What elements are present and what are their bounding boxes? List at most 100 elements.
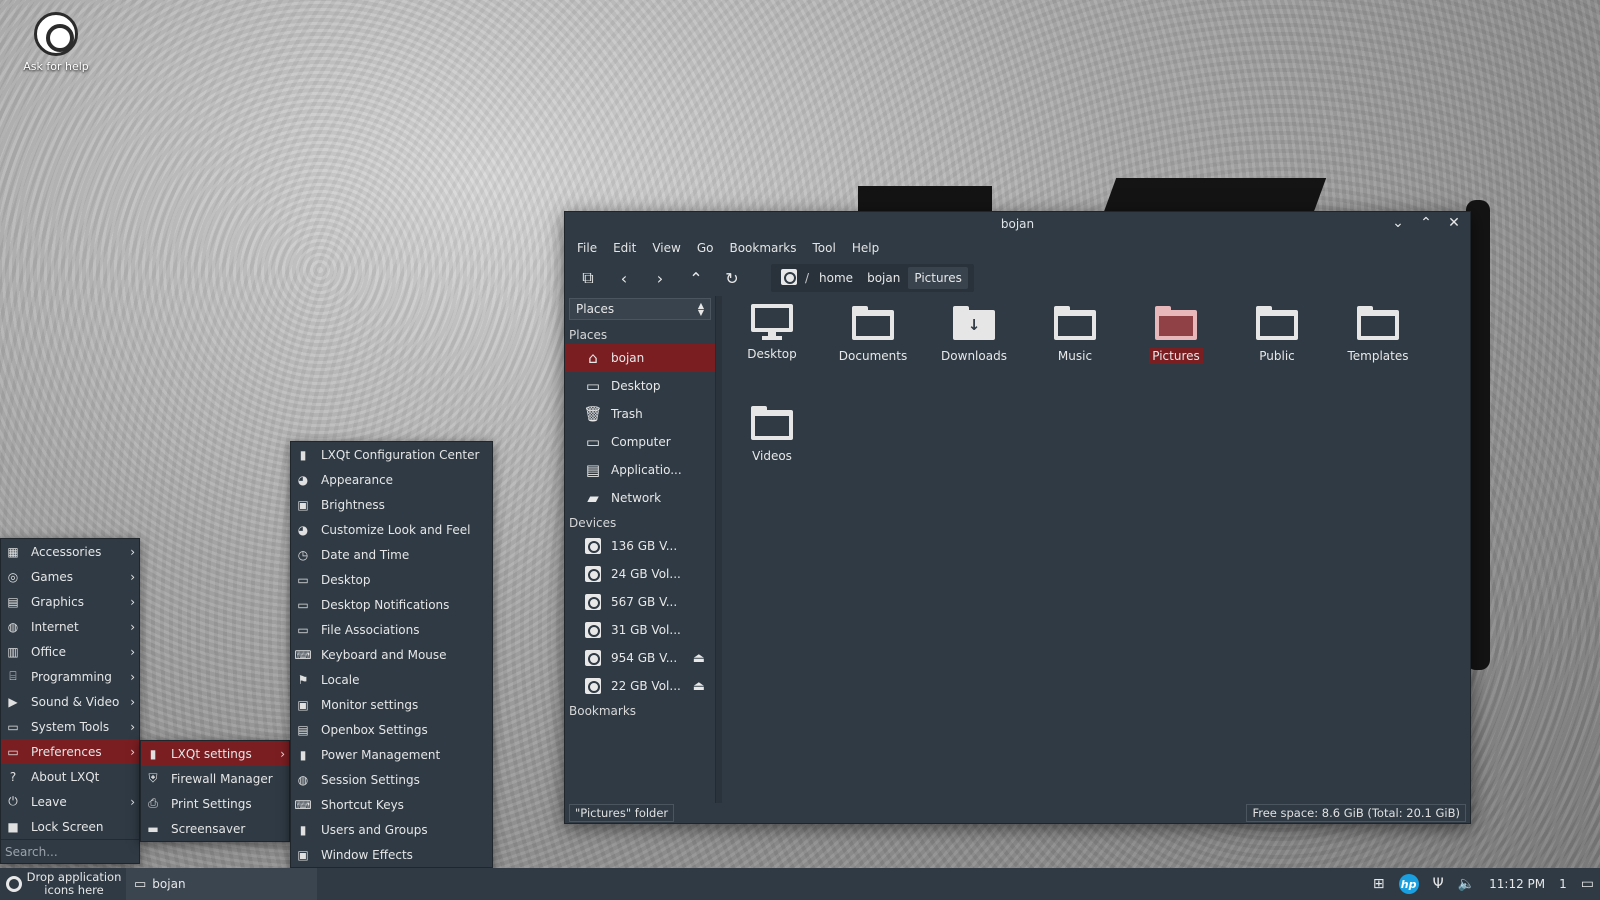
menu-item-lxqt-settings[interactable]: ▮ LXQt settings › [141,741,289,766]
path-root-button[interactable] [777,267,801,290]
menu-file[interactable]: File [577,241,597,255]
menu-item-shortcut-keys[interactable]: ⌨ Shortcut Keys [291,792,492,817]
side-pane-mode-select[interactable]: Places ▲ ▼ [569,298,711,320]
file-item-pictures[interactable]: Pictures [1130,306,1222,364]
menu-item-internet[interactable]: ◍ Internet › [1,614,139,639]
menu-item-file-associations[interactable]: ▭ File Associations [291,617,492,642]
menu-item-openbox-settings[interactable]: ▤ Openbox Settings [291,717,492,742]
side-pane-splitter[interactable] [716,296,722,803]
network-tray-icon[interactable]: ⊞ [1373,876,1385,892]
folder-icon [1256,306,1298,340]
menu-item-desktop[interactable]: ▭ Desktop [291,567,492,592]
sidebar-item-bojan[interactable]: ⌂ bojan [565,344,715,372]
desktop-switch-number[interactable]: 1 [1559,877,1567,891]
maximize-icon[interactable]: ⌃ [1418,215,1434,231]
menu-item-appearance[interactable]: ◕ Appearance [291,467,492,492]
menu-item-screensaver[interactable]: ▬ Screensaver [141,816,289,841]
menu-item-games[interactable]: ◎ Games › [1,564,139,589]
menu-item-about[interactable]: ? About LXQt [1,764,139,789]
file-item-desktop[interactable]: Desktop [726,304,818,362]
file-item-label: Documents [838,349,908,363]
sidebar-device-2[interactable]: 24 GB Vol... [565,560,715,588]
menu-item-accessories[interactable]: ▦ Accessories › [1,539,139,564]
close-icon[interactable]: ✕ [1446,215,1462,231]
forward-icon[interactable]: › [649,267,671,289]
file-item-templates[interactable]: Templates [1332,306,1424,364]
eject-icon[interactable]: ⏏ [693,679,705,694]
menu-view[interactable]: View [652,241,680,255]
up-icon[interactable]: ⌃ [685,267,707,289]
menu-item-session-settings[interactable]: ◍ Session Settings [291,767,492,792]
menu-item-locale[interactable]: ⚑ Locale [291,667,492,692]
menu-item-label: Users and Groups [321,822,428,837]
taskbar-task-bojan[interactable]: ▭ bojan [126,868,317,900]
menu-item-monitor-settings[interactable]: ▣ Monitor settings [291,692,492,717]
menu-item-print-settings[interactable]: ⎙ Print Settings [141,791,289,816]
sidebar-device-4[interactable]: 31 GB Vol... [565,616,715,644]
menu-item-programming[interactable]: ⌸ Programming › [1,664,139,689]
menu-item-leave[interactable]: ⏻ Leave › [1,789,139,814]
path-segment-bojan[interactable]: bojan [861,267,906,289]
task-label: bojan [152,877,186,891]
back-icon[interactable]: ‹ [613,267,635,289]
sidebar-item-computer[interactable]: ▭ Computer [565,428,715,456]
desktop-icon-help[interactable]: Ask for help [16,12,96,73]
menu-bookmarks[interactable]: Bookmarks [729,241,796,255]
file-manager-window[interactable]: bojan ⌄ ⌃ ✕ File Edit View Go Bookmarks … [564,211,1471,824]
reload-icon[interactable]: ↻ [721,267,743,289]
sidebar-item-desktop[interactable]: ▭ Desktop [565,372,715,400]
chevron-right-icon: › [130,744,135,759]
file-item-label: Templates [1347,349,1409,363]
hp-tray-icon[interactable]: hp [1398,874,1419,894]
minimize-icon[interactable]: ⌄ [1390,215,1406,231]
menu-item-desktop-notifications[interactable]: ▭ Desktop Notifications [291,592,492,617]
side-pane-mode-label: Places [576,302,615,316]
menu-item-lock-screen[interactable]: ■ Lock Screen [1,814,139,839]
sidebar-item-trash[interactable]: 🗑 Trash [565,400,715,428]
menu-item-date-time[interactable]: ◷ Date and Time [291,542,492,567]
file-item-label: Downloads [941,349,1007,363]
window-titlebar[interactable]: bojan ⌄ ⌃ ✕ [565,212,1470,236]
menu-item-power-management[interactable]: ▮ Power Management [291,742,492,767]
sidebar-item-network[interactable]: ▰ Network [565,484,715,512]
sidebar-item-applications[interactable]: ▤ Applicatio... [565,456,715,484]
volume-icon[interactable]: 🔈 [1458,876,1475,892]
sidebar-device-1[interactable]: 136 GB V... [565,532,715,560]
file-view[interactable]: Desktop Documents ↓ Downloads Music Pict… [723,296,1470,803]
menu-item-keyboard-mouse[interactable]: ⌨ Keyboard and Mouse [291,642,492,667]
menu-help[interactable]: Help [852,241,879,255]
sidebar-device-3[interactable]: 567 GB V... [565,588,715,616]
menu-search-input[interactable]: Search... [1,839,139,863]
file-item-public[interactable]: Public [1231,306,1323,364]
menu-go[interactable]: Go [697,241,714,255]
menu-item-users-groups[interactable]: ▮ Users and Groups [291,817,492,842]
clock[interactable]: 11:12 PM [1489,877,1545,891]
chevron-right-icon: › [130,794,135,809]
sidebar-device-5[interactable]: 954 GB V... ⏏ [565,644,715,672]
menu-item-brightness[interactable]: ▣ Brightness [291,492,492,517]
path-segment-pictures[interactable]: Pictures [908,267,968,289]
menu-item-preferences[interactable]: ▭ Preferences › [1,739,139,764]
menu-tool[interactable]: Tool [813,241,836,255]
file-item-documents[interactable]: Documents [827,306,919,364]
path-segment-home[interactable]: home [813,267,859,289]
file-item-music[interactable]: Music [1029,306,1121,364]
file-item-downloads[interactable]: ↓ Downloads [928,306,1020,364]
sidebar-device-6[interactable]: 22 GB Vol... ⏏ [565,672,715,700]
menu-item-window-effects[interactable]: ▣ Window Effects [291,842,492,867]
start-menu-button[interactable] [2,872,26,896]
new-window-icon[interactable]: ⧉ [577,267,599,289]
menu-item-sound-video[interactable]: ▶ Sound & Video › [1,689,139,714]
menu-item-customize-look[interactable]: ◕ Customize Look and Feel [291,517,492,542]
menu-item-configuration-center[interactable]: ▮ LXQt Configuration Center [291,442,492,467]
show-desktop-icon[interactable]: ▭ [1581,876,1594,892]
usb-icon[interactable]: Ψ [1433,876,1444,892]
menu-item-firewall-manager[interactable]: ⛨ Firewall Manager [141,766,289,791]
eject-icon[interactable]: ⏏ [693,651,705,666]
main-menu: ▦ Accessories › ◎ Games › ▤ Graphics › ◍ Intern… [0,538,140,864]
file-item-videos[interactable]: Videos [726,406,818,464]
menu-item-graphics[interactable]: ▤ Graphics › [1,589,139,614]
menu-item-system-tools[interactable]: ▭ System Tools › [1,714,139,739]
menu-item-office[interactable]: ▥ Office › [1,639,139,664]
menu-edit[interactable]: Edit [613,241,636,255]
